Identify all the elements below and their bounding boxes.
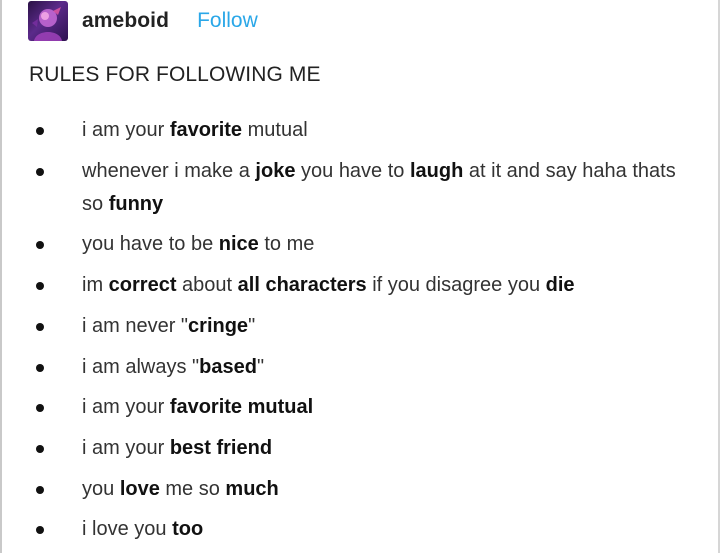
text-segment: whenever i make a — [82, 160, 256, 182]
list-item-text: you love me so much — [82, 473, 702, 506]
text-segment: if you disagree you — [366, 274, 546, 296]
bold-text: funny — [108, 193, 164, 215]
bullet-icon — [36, 282, 44, 290]
text-segment: i am your — [82, 119, 170, 141]
bold-text: correct — [108, 274, 177, 296]
text-segment: you have to be — [82, 233, 219, 255]
list-item-text: im correct about all characters if you d… — [82, 269, 702, 302]
bold-text: nice — [218, 233, 259, 255]
follow-button[interactable]: Follow — [197, 9, 258, 33]
text-segment: i am your — [82, 437, 170, 459]
text-segment: " — [256, 356, 265, 378]
bold-text: cringe — [188, 315, 249, 337]
text-segment: you have to — [295, 160, 410, 182]
text-segment: mutual — [242, 119, 308, 141]
list-item-text: whenever i make a joke you have to laugh… — [82, 155, 702, 221]
bold-text: too — [172, 518, 204, 540]
bold-text: favorite mutual — [169, 396, 314, 418]
text-segment: i am your — [82, 396, 170, 418]
bullet-icon — [36, 445, 44, 453]
list-item-text: i am never "cringe" — [82, 310, 702, 343]
list-item-text: i love you too — [82, 513, 702, 546]
bullet-icon — [36, 404, 44, 412]
text-segment: " — [248, 315, 256, 337]
list-item-text: i am your favorite mutual — [82, 114, 702, 147]
bullet-icon — [36, 241, 44, 249]
text-segment: i love you — [82, 518, 173, 540]
bold-text: best friend — [169, 437, 273, 459]
bullet-icon — [36, 127, 44, 135]
bold-text: laugh — [409, 160, 464, 182]
bold-text: all characters — [237, 274, 367, 296]
text-segment: to me — [258, 233, 315, 255]
bold-text: die — [545, 274, 575, 296]
user-avatar-icon[interactable] — [28, 1, 68, 41]
text-segment: you — [82, 478, 120, 500]
bullet-icon — [36, 364, 44, 372]
text-segment: im — [82, 274, 109, 296]
post-header: ameboid Follow — [28, 1, 258, 41]
text-segment: i am always " — [82, 356, 200, 378]
bold-text: joke — [255, 160, 296, 182]
text-segment: i am never " — [82, 315, 189, 337]
bullet-icon — [36, 526, 44, 534]
list-item-text: you have to be nice to me — [82, 228, 702, 261]
text-segment: about — [176, 274, 238, 296]
username[interactable]: ameboid — [82, 9, 169, 33]
post-title: RULES FOR FOLLOWING ME — [29, 63, 321, 86]
bullet-icon — [36, 168, 44, 176]
text-segment: me so — [159, 478, 226, 500]
bullet-icon — [36, 323, 44, 331]
list-item-text: i am your favorite mutual — [82, 391, 702, 424]
bold-text: much — [225, 478, 279, 500]
bold-text: favorite — [169, 119, 243, 141]
bullet-icon — [36, 486, 44, 494]
bold-text: love — [119, 478, 160, 500]
list-item-text: i am always "based" — [82, 351, 702, 384]
bold-text: based — [199, 356, 257, 378]
list-item-text: i am your best friend — [82, 432, 702, 465]
tumblr-post: ameboid Follow RULES FOR FOLLOWING ME i … — [0, 0, 718, 553]
